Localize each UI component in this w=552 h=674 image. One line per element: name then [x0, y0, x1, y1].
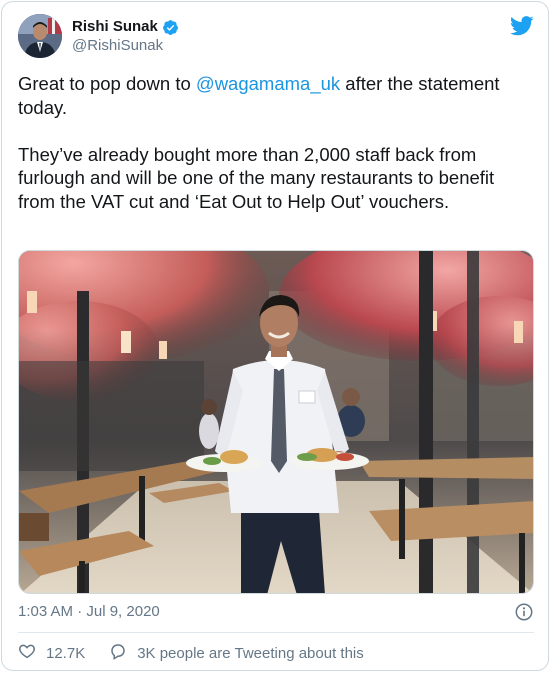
verified-badge-icon	[162, 19, 179, 36]
heart-icon[interactable]	[18, 642, 36, 666]
author-name[interactable]: Rishi Sunak	[72, 18, 158, 36]
like-count[interactable]: 12.7K	[46, 644, 85, 664]
conversation-action[interactable]: 3K people are Tweeting about this	[109, 642, 364, 666]
conversation-label[interactable]: 3K people are Tweeting about this	[137, 644, 364, 664]
tweet-header: Rishi Sunak @RishiSunak	[18, 14, 534, 62]
like-action[interactable]: 12.7K	[18, 642, 85, 666]
tweet-text: Great to pop down to @wagamama_uk after …	[18, 72, 534, 213]
info-icon[interactable]	[515, 603, 533, 621]
tweet-photo[interactable]	[18, 250, 534, 594]
twitter-bird-icon[interactable]	[509, 16, 534, 36]
author-info: Rishi Sunak @RishiSunak	[72, 18, 179, 56]
tweet-text-intro: Great to pop down to	[18, 73, 196, 94]
tweet-timestamp[interactable]: 1:03 AM · Jul 9, 2020	[18, 602, 160, 622]
tweet-actions: 12.7K 3K people are Tweeting about this	[18, 642, 388, 666]
speech-bubble-icon[interactable]	[109, 642, 127, 666]
divider	[18, 632, 534, 633]
author-avatar[interactable]	[18, 14, 62, 58]
author-handle[interactable]: @RishiSunak	[72, 36, 179, 56]
mention-link[interactable]: @wagamama_uk	[196, 73, 340, 94]
tweet-card: Rishi Sunak @RishiSunak Great to pop dow…	[1, 1, 549, 671]
